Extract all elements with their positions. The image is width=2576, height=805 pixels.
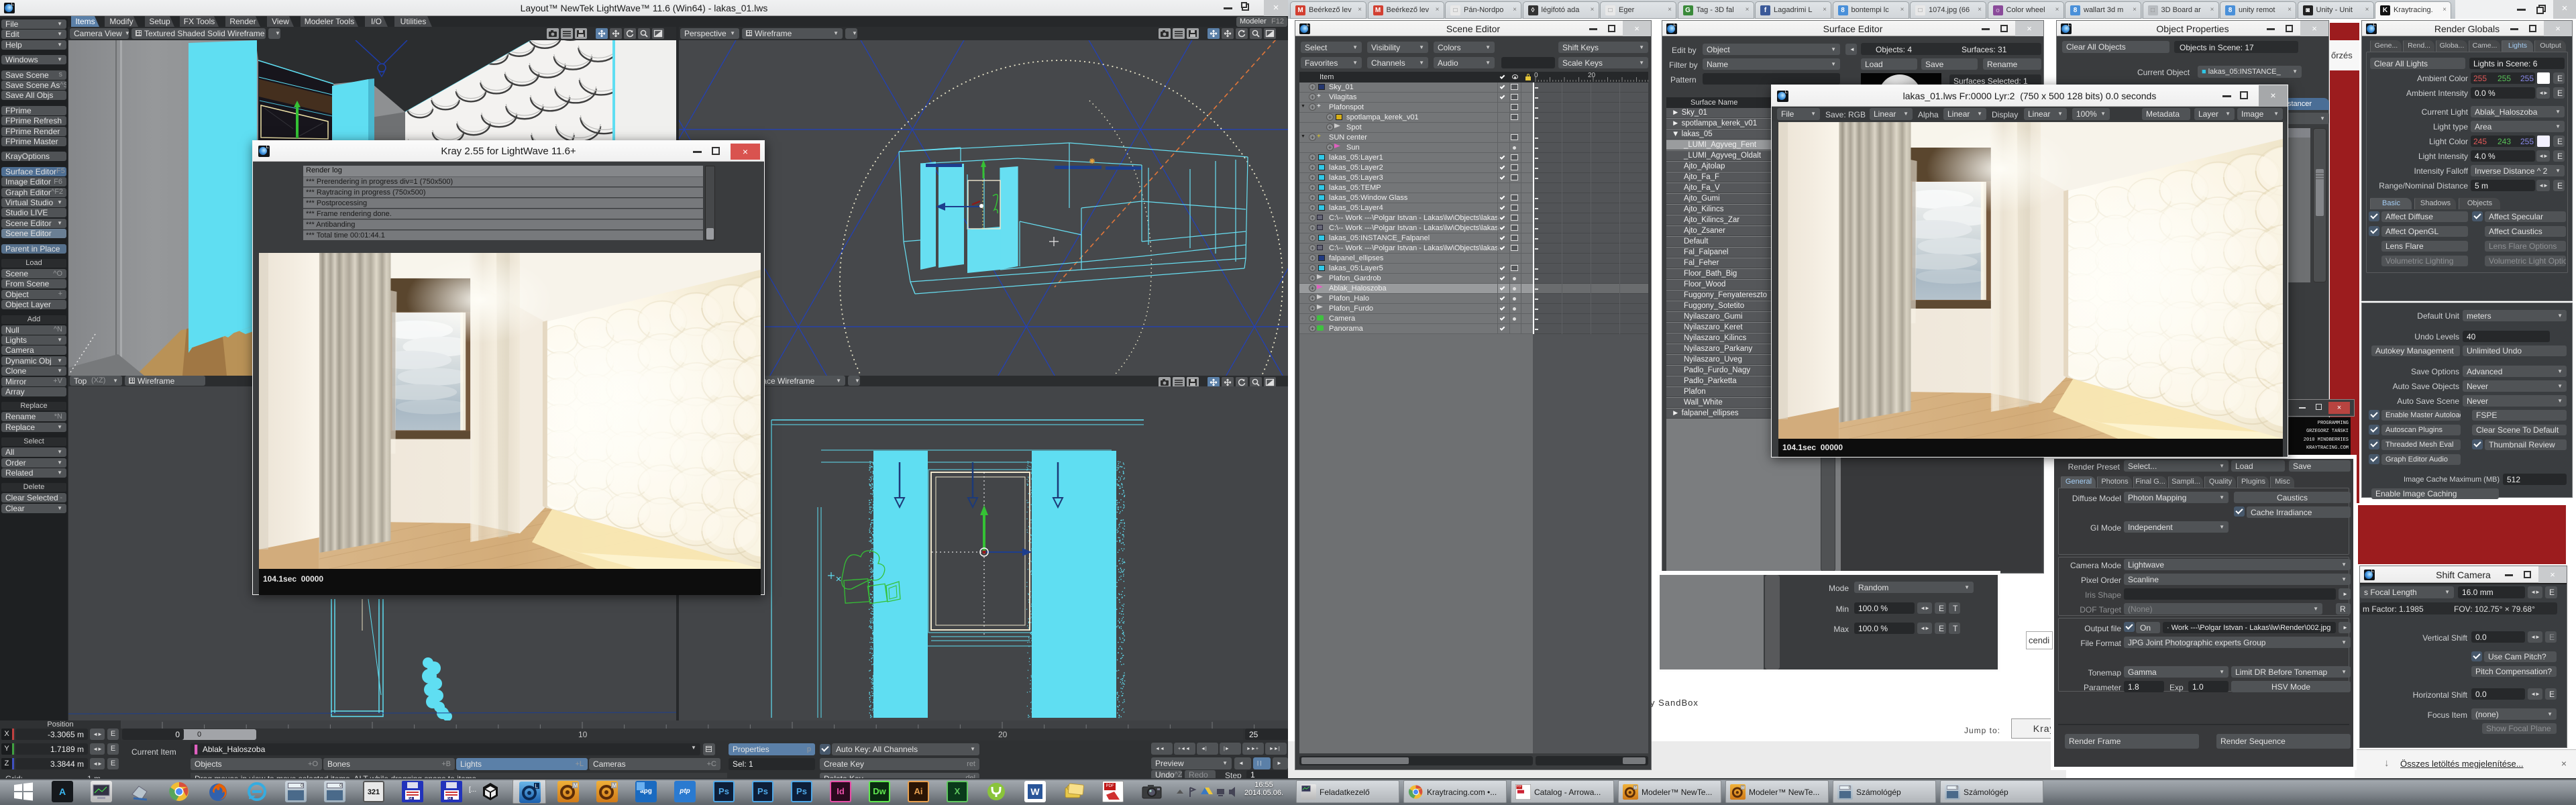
svg-text:M: M — [1741, 786, 1745, 790]
svg-text:M: M — [574, 783, 578, 789]
svg-text:M: M — [1634, 786, 1638, 790]
svg-text:L: L — [535, 784, 539, 790]
svg-text:M: M — [612, 783, 617, 789]
